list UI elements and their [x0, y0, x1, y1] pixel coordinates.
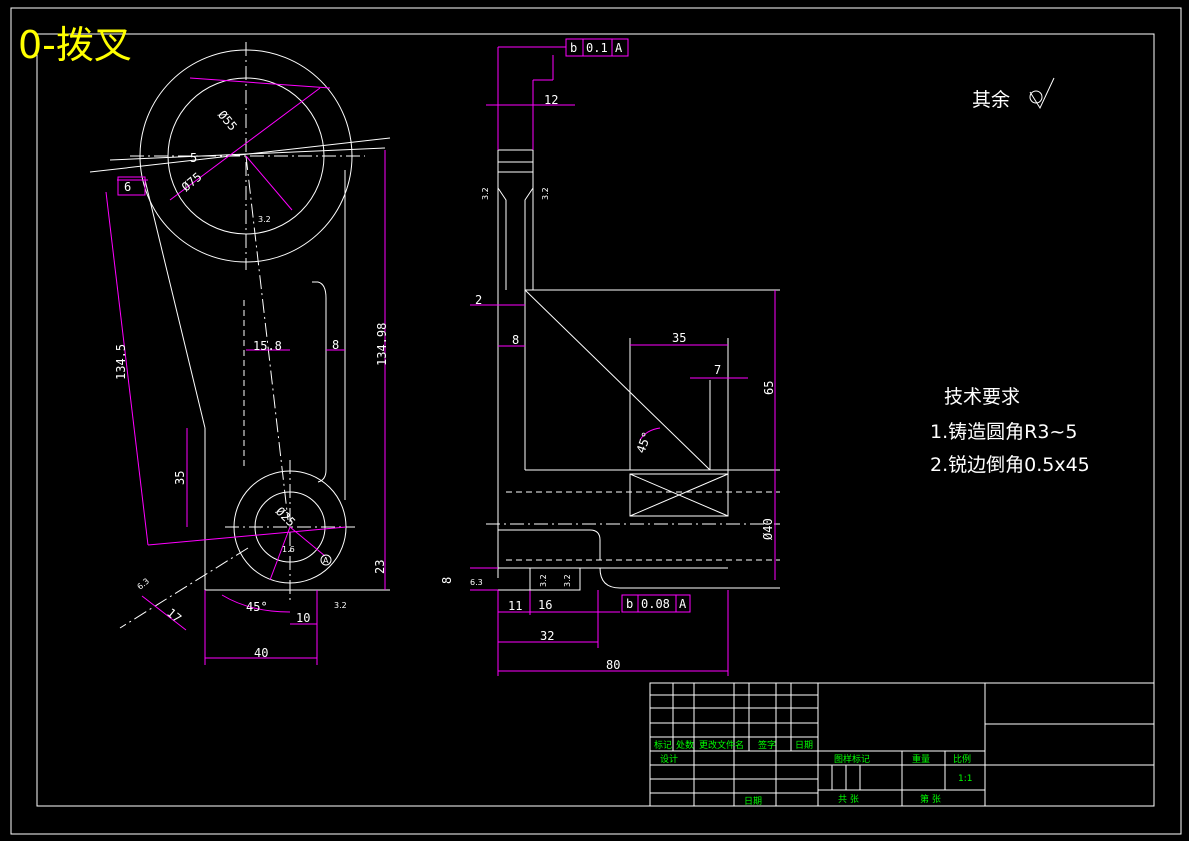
svg-text:第 张: 第 张 [920, 793, 941, 805]
engineering-drawing: 0-拨叉 Ø55 Ø75 6 5 134.5 134.98 15.8 8 35 … [10, 7, 1182, 835]
svg-text:共 张: 共 张 [838, 794, 859, 805]
dim-16: 16 [538, 598, 552, 612]
svg-text:3.2: 3.2 [539, 574, 548, 587]
dim-11: 11 [508, 599, 522, 613]
front-view: Ø55 Ø75 6 5 134.5 134.98 15.8 8 35 Ø25 2… [89, 42, 391, 665]
svg-text:3.2: 3.2 [481, 187, 490, 200]
dim-10: 10 [296, 611, 310, 625]
svg-text:更改文件名: 更改文件名 [699, 739, 744, 751]
svg-text:0.1: 0.1 [586, 41, 608, 55]
dim-45b: 45° [634, 430, 655, 455]
dim-35: 35 [173, 471, 187, 485]
technical-requirements: 技术要求 1.铸造圆角R3~5 2.锐边倒角0.5x45 [930, 386, 1090, 476]
svg-text:处数: 处数 [676, 739, 694, 751]
svg-text:A: A [615, 41, 623, 55]
tolerance-frame-top: b 0.1 A [565, 38, 629, 57]
svg-text:1:1: 1:1 [958, 774, 972, 784]
svg-text:重量: 重量 [912, 753, 930, 765]
dim-d55: Ø55 [215, 108, 240, 134]
dim-15-8: 15.8 [253, 339, 282, 353]
requirement-1: 1.铸造圆角R3~5 [930, 421, 1077, 443]
dim-45deg: 45° [246, 600, 268, 614]
svg-text:比例: 比例 [953, 753, 971, 765]
svg-text:b: b [570, 41, 577, 55]
dim-5: 5 [190, 151, 197, 165]
dim-134-98: 134.98 [375, 323, 389, 366]
svg-text:b: b [626, 597, 633, 611]
dim-8: 8 [332, 338, 339, 352]
dim-6: 6 [124, 180, 131, 194]
dim-8b: 8 [512, 333, 519, 347]
dim-40: 40 [254, 646, 268, 660]
svg-text:3.2: 3.2 [563, 574, 572, 587]
requirements-heading: 技术要求 [944, 386, 1020, 408]
requirement-2: 2.锐边倒角0.5x45 [930, 454, 1090, 476]
svg-text:图样标记: 图样标记 [834, 753, 870, 765]
surface-note: 其余 [972, 77, 1055, 111]
svg-text:签字: 签字 [758, 739, 776, 751]
dim-2: 2 [475, 293, 482, 307]
svg-text:A: A [679, 597, 687, 611]
dim-7: 7 [714, 363, 721, 377]
balloon-a: A [323, 556, 329, 565]
side-view: b 0.1 A b 0.08 A 12 3.2 3.2 2 8 35 7 65 … [440, 38, 780, 676]
rough-3-2b: 3.2 [334, 601, 347, 610]
dim-8c: 8 [440, 577, 454, 584]
svg-text:6.3: 6.3 [470, 578, 483, 587]
svg-text:日期: 日期 [795, 740, 813, 751]
rough-6-3: 6.3 [136, 576, 152, 591]
drawing-title: 0-拨叉 [18, 23, 132, 67]
svg-text:日期: 日期 [744, 796, 762, 807]
dim-32: 32 [540, 629, 554, 643]
dim-35b: 35 [672, 331, 686, 345]
svg-text:标记: 标记 [654, 739, 672, 751]
svg-text:3.2: 3.2 [541, 187, 550, 200]
dim-12: 12 [544, 93, 558, 107]
dim-d25: Ø25 [273, 504, 298, 529]
title-block: 标记 处数 更改文件名 签字 日期 设计 日期 图样标记 重量 比例 1:1 共… [649, 682, 1155, 807]
svg-text:设计: 设计 [660, 753, 678, 765]
dim-134-5: 134.5 [114, 344, 128, 380]
dim-d40: Ø40 [761, 518, 775, 540]
tolerance-frame-bottom: b 0.08 A [621, 594, 691, 613]
dim-80: 80 [606, 658, 620, 672]
inner-border [36, 33, 1155, 807]
rough-1-6: 1.6 [282, 545, 295, 554]
dim-17: 17 [164, 606, 184, 626]
rough-3-2a: 3.2 [258, 215, 271, 224]
dim-23: 23 [373, 560, 387, 574]
dim-65: 65 [762, 381, 776, 395]
svg-text:其余: 其余 [972, 89, 1010, 111]
svg-text:0.08: 0.08 [641, 597, 670, 611]
